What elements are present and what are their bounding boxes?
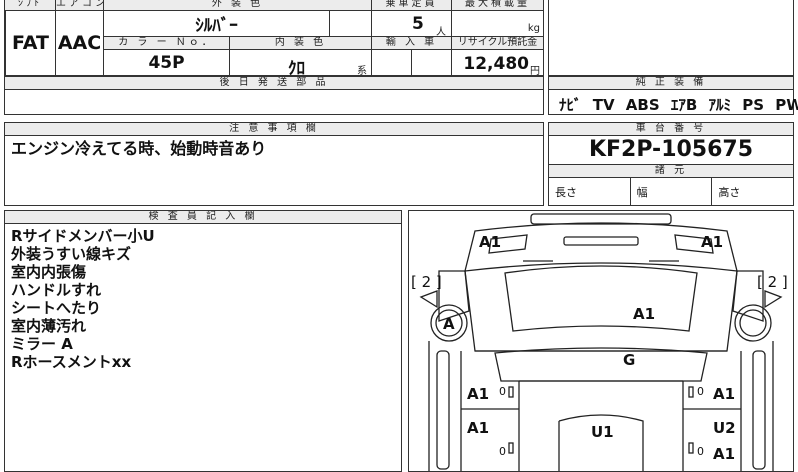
interior-color-header: 内 装 色 xyxy=(229,36,371,49)
color-no-value: 45P xyxy=(148,52,185,73)
door-right-2-grade: U2 xyxy=(713,419,736,437)
recycle-header: リサイクル預託金 xyxy=(451,36,543,49)
spec-header: 諸 元 xyxy=(549,164,793,178)
recycle-value: 12,480 xyxy=(463,54,529,74)
inspector-line: ミラー A xyxy=(11,335,73,353)
exterior-color-header: 外 装 色 xyxy=(103,0,371,10)
top-right-box xyxy=(548,0,794,76)
roof-grade: G xyxy=(623,351,636,369)
door-right-1-grade: A1 xyxy=(713,385,736,403)
later-parts-header: 後 日 発 送 部 品 xyxy=(5,77,543,90)
right-bracket: [ 2 ] xyxy=(757,273,788,291)
aircon-header: エアコン xyxy=(55,0,103,10)
later-parts-box: 後 日 発 送 部 品 xyxy=(4,76,544,115)
capacity-value: 5 xyxy=(412,14,424,34)
notes-box: 注 意 事 項 欄 エンジン冷えてる時、始動時音あり xyxy=(4,122,544,206)
door-right-2-small: 0 xyxy=(697,445,704,458)
door-left-2-small: 0 xyxy=(499,445,506,458)
chassis-header: 車 台 番 号 xyxy=(549,123,793,136)
door-left-2-grade: A1 xyxy=(467,419,490,437)
inspector-line: ハンドルすれ xyxy=(11,281,102,299)
door-right-1-small: 0 xyxy=(697,385,704,398)
inspector-line: Rサイドメンバー小U xyxy=(11,227,155,245)
width-label: 幅 xyxy=(629,178,712,206)
load-header: 最大積載量 xyxy=(451,0,543,10)
recycle-cell: 12,480 円 xyxy=(451,49,543,77)
front-right-grade: A1 xyxy=(701,233,724,251)
capacity-header: 乗車定員 xyxy=(371,0,451,10)
inspector-line: シートへたり xyxy=(11,299,102,317)
load-cell: kg xyxy=(451,10,543,36)
exterior-color-cell: ｼﾙﾊﾞｰ xyxy=(103,10,329,36)
inspector-line: 室内内張傷 xyxy=(11,263,87,281)
chassis-box: 車 台 番 号 KF2P-105675 諸 元 長さ 幅 高さ xyxy=(548,122,794,206)
interior-suffix: 系 xyxy=(357,66,367,77)
interior-color-cell: ｸﾛ 系 xyxy=(229,49,371,79)
aircon-value: AAC xyxy=(57,32,102,54)
import-cell-a xyxy=(371,49,411,75)
left-wheel-grade: A xyxy=(443,315,455,333)
chassis-number: KF2P-105675 xyxy=(588,137,754,162)
import-cell-b xyxy=(411,49,451,75)
left-bracket: [ 2 ] xyxy=(411,273,442,291)
load-unit: kg xyxy=(527,23,540,34)
inspector-line: 外装うすい線キズ xyxy=(11,245,132,263)
equipment-header: 純 正 装 備 xyxy=(549,77,793,90)
exterior-color-value: ｼﾙﾊﾞｰ xyxy=(195,16,238,36)
color-no-cell: 45P xyxy=(103,49,229,75)
capacity-cell: 5 人 xyxy=(371,10,451,38)
shift-value: FAT xyxy=(12,32,49,54)
notes-header: 注 意 事 項 欄 xyxy=(5,123,543,136)
door-left-1-small: 0 xyxy=(499,385,506,398)
inspector-line: 室内薄汚れ xyxy=(11,317,87,335)
inspector-lines: Rサイドメンバー小U 外装うすい線キズ 室内内張傷 ハンドルすれ シートへたり … xyxy=(5,224,401,371)
shift-header: ｼﾌﾄ xyxy=(5,0,55,10)
inspector-line: Rホースメントxx xyxy=(11,353,132,371)
car-diagram: A1 A1 [ 2 ] [ 2 ] A A1 G A1 0 0 A1 A1 0 … xyxy=(408,210,794,472)
front-left-grade: A1 xyxy=(479,233,502,251)
aircon-cell: AAC xyxy=(55,10,103,75)
height-label: 高さ xyxy=(711,178,793,206)
length-label: 長さ xyxy=(555,186,577,199)
color-no-header: カ ラ ー Ｎｏ． xyxy=(103,36,229,49)
notes-text: エンジン冷えてる時、始動時音あり xyxy=(11,139,267,158)
import-header: 輸 入 車 xyxy=(371,36,451,49)
equipment-box: 純 正 装 備 ﾅﾋﾞ TV ABS ｴｱB ｱﾙﾐ PS PW xyxy=(548,76,798,115)
recycle-unit: 円 xyxy=(530,66,540,77)
shift-cell: FAT xyxy=(5,10,55,75)
inspector-header: 検 査 員 記 入 欄 xyxy=(5,211,401,224)
hood-grade: A1 xyxy=(633,305,656,323)
center-grade: U1 xyxy=(591,423,614,441)
inspector-box: 検 査 員 記 入 欄 Rサイドメンバー小U 外装うすい線キズ 室内内張傷 ハン… xyxy=(4,210,402,472)
equipment-items: ﾅﾋﾞ TV ABS ｴｱB ｱﾙﾐ PS PW xyxy=(559,96,798,114)
door-left-1-grade: A1 xyxy=(467,385,490,403)
exterior-color-extra xyxy=(329,10,371,36)
door-right-2b-grade: A1 xyxy=(713,445,736,463)
